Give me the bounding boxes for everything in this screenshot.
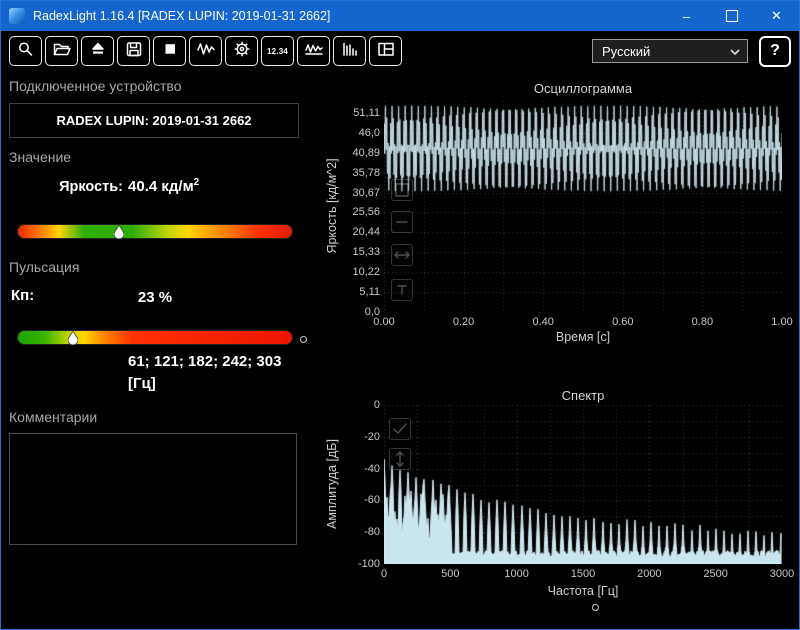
pulsation-marker-icon bbox=[67, 329, 79, 346]
splitter-handle-dot[interactable] bbox=[300, 336, 307, 343]
x-tick-label: 500 bbox=[441, 568, 460, 580]
resize-handle-dot[interactable] bbox=[592, 604, 599, 611]
brightness-value: 40.4 кд/м2 bbox=[128, 177, 200, 195]
x-tick-label: 1.00 bbox=[771, 316, 793, 328]
kp-value: 23 % bbox=[137, 289, 173, 306]
chart-text-button[interactable] bbox=[391, 279, 413, 301]
x-tick-label: 2500 bbox=[703, 568, 728, 580]
signal-mode-button[interactable] bbox=[189, 36, 222, 66]
titlebar[interactable]: RadexLight 1.16.4 [RADEX LUPIN: 2019-01-… bbox=[1, 1, 799, 31]
spectrum-chart: Спектр Амплитуда [дБ] 0 -20 -40 -60 -80 -100 0… bbox=[311, 376, 797, 618]
left-panel: Подключенное устройство RADEX LUPIN: 201… bbox=[7, 73, 303, 625]
window-title: RadexLight 1.16.4 [RADEX LUPIN: 2019-01-… bbox=[33, 9, 331, 23]
layout-panes-icon bbox=[376, 40, 396, 63]
y-tick-label: 25,56 bbox=[352, 206, 380, 219]
brightness-scale-bar bbox=[17, 223, 293, 240]
stop-button[interactable] bbox=[153, 36, 186, 66]
brightness-label: Яркость: bbox=[59, 179, 123, 195]
y-tick-label: 10,22 bbox=[352, 266, 380, 279]
x-tick-label: 0.80 bbox=[691, 316, 714, 328]
chart-fit-vertical-button[interactable] bbox=[389, 448, 411, 470]
maximize-icon bbox=[725, 10, 738, 22]
oscillogram-title: Осциллограмма bbox=[533, 81, 633, 96]
x-tick-label: 0.60 bbox=[612, 316, 634, 328]
minimize-button[interactable]: – bbox=[664, 1, 709, 31]
digital-display-icon: 12.34 bbox=[266, 46, 289, 56]
save-icon bbox=[124, 40, 144, 63]
y-tick-label: 0 bbox=[373, 399, 380, 411]
frequencies-row: Частоты: 61; 121; 182; 242; 303 [Гц] bbox=[7, 351, 303, 395]
device-name-box: RADEX LUPIN: 2019-01-31 2662 bbox=[9, 103, 299, 138]
x-tick-label: 0.20 bbox=[452, 316, 475, 328]
frequencies-label: Частоты: bbox=[56, 351, 123, 367]
chart-fit-horizontal-button[interactable] bbox=[391, 244, 413, 266]
window-controls: – ✕ bbox=[664, 1, 799, 31]
eject-icon bbox=[88, 40, 108, 63]
y-tick-label: -20 bbox=[364, 430, 380, 443]
y-tick-label: 20,44 bbox=[352, 226, 380, 239]
value-marker-icon bbox=[113, 223, 125, 240]
settings-button[interactable] bbox=[225, 36, 258, 66]
x-tick-label: 0.40 bbox=[532, 316, 554, 328]
oscillogram-plot[interactable] bbox=[384, 101, 782, 312]
help-button[interactable]: ? bbox=[759, 35, 791, 67]
close-button[interactable]: ✕ bbox=[754, 1, 799, 31]
comments-section-header: Комментарии bbox=[9, 409, 98, 425]
x-tick-label: 0.00 bbox=[373, 316, 395, 328]
y-tick-label: 40,89 bbox=[352, 146, 380, 159]
waveform-icon bbox=[196, 40, 216, 63]
y-tick-label: 15,33 bbox=[352, 246, 380, 259]
toolbar: 12.34 Русский ? bbox=[1, 31, 799, 71]
brightness-value-row: Яркость: 40.4 кд/м2 bbox=[7, 177, 303, 195]
y-tick-label: 5,11 bbox=[359, 286, 380, 299]
y-tick-label: -40 bbox=[364, 462, 380, 475]
open-folder-icon bbox=[52, 40, 72, 63]
oscillogram-icon bbox=[304, 40, 324, 63]
x-tick-label: 3000 bbox=[769, 568, 795, 580]
maximize-button[interactable] bbox=[709, 1, 754, 31]
chart-zoom-out-button[interactable] bbox=[391, 211, 413, 233]
numeric-display-button[interactable]: 12.34 bbox=[261, 36, 294, 66]
value-section-header: Значение bbox=[9, 149, 72, 165]
gear-icon bbox=[232, 40, 252, 63]
magnifier-icon bbox=[16, 40, 36, 63]
chart-apply-button[interactable] bbox=[389, 418, 411, 440]
app-icon bbox=[9, 8, 25, 24]
y-tick-label: -80 bbox=[364, 526, 380, 539]
y-tick-label: 51,11 bbox=[353, 107, 380, 120]
x-tick-label: 1500 bbox=[570, 568, 596, 580]
spectrum-x-axis-label: Частота [Гц] bbox=[547, 584, 619, 598]
pulsation-scale-bar bbox=[17, 329, 293, 346]
spectrum-view-button[interactable] bbox=[333, 36, 366, 66]
stop-icon bbox=[160, 40, 180, 63]
oscillogram-view-button[interactable] bbox=[297, 36, 330, 66]
layout-button[interactable] bbox=[369, 36, 402, 66]
comments-input[interactable] bbox=[9, 433, 297, 545]
y-tick-label: 30,67 bbox=[352, 186, 380, 199]
x-tick-label: 0 bbox=[380, 568, 388, 580]
spectrum-title: Спектр bbox=[561, 388, 605, 403]
y-tick-label: 35,78 bbox=[352, 166, 380, 179]
chart-maximize-button[interactable] bbox=[391, 179, 413, 201]
language-select[interactable]: Русский bbox=[592, 39, 748, 63]
x-tick-label: 1000 bbox=[504, 568, 529, 580]
oscillogram-x-axis-label: Время [с] bbox=[555, 330, 611, 344]
save-button[interactable] bbox=[117, 36, 150, 66]
zoom-tool-button[interactable] bbox=[9, 36, 42, 66]
spectrum-bars-icon bbox=[340, 40, 360, 63]
y-tick-label: 46,0 bbox=[358, 126, 380, 139]
spectrum-y-axis-label: Амплитуда [дБ] bbox=[325, 439, 339, 529]
spectrum-plot[interactable] bbox=[384, 405, 782, 564]
x-tick-label: 2000 bbox=[637, 568, 662, 580]
app-window: RadexLight 1.16.4 [RADEX LUPIN: 2019-01-… bbox=[0, 0, 800, 630]
oscillogram-chart: Осциллограмма Яркость [кд/м^2] 0,0 5,11 10… bbox=[311, 76, 797, 352]
frequencies-value: 61; 121; 182; 242; 303 [Гц] bbox=[128, 353, 282, 392]
language-value: Русский bbox=[602, 43, 651, 59]
y-tick-label: -60 bbox=[364, 494, 380, 507]
chevron-down-icon bbox=[729, 44, 741, 59]
pulsation-section-header: Пульсация bbox=[9, 259, 80, 275]
open-file-button[interactable] bbox=[45, 36, 78, 66]
device-section-header: Подключенное устройство bbox=[9, 78, 182, 94]
eject-device-button[interactable] bbox=[81, 36, 114, 66]
